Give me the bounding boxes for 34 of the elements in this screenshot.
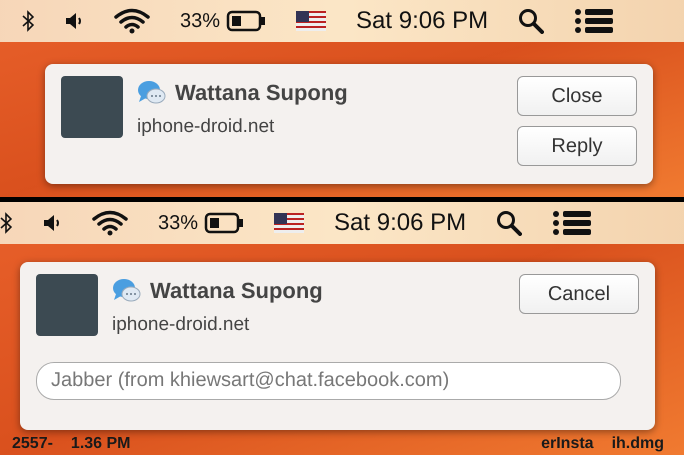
avatar-placeholder xyxy=(36,274,98,336)
menu-clock[interactable]: Sat 9:06 PM xyxy=(334,205,466,241)
volume-icon[interactable] xyxy=(42,213,62,233)
battery-icon[interactable] xyxy=(204,212,244,234)
search-icon[interactable] xyxy=(518,8,544,34)
notification-button[interactable]: Reply xyxy=(517,126,637,166)
volume-icon[interactable] xyxy=(64,11,84,31)
battery-percent: 33% xyxy=(158,211,198,236)
bluetooth-icon[interactable] xyxy=(22,10,34,32)
messages-icon xyxy=(137,78,167,106)
sender-name: Wattana Supong xyxy=(175,79,348,107)
notification-subtitle: iphone-droid.net xyxy=(137,115,276,139)
avatar-placeholder xyxy=(61,76,123,138)
notification-center-icon[interactable] xyxy=(574,8,614,34)
notification-button[interactable]: Cancel xyxy=(519,274,639,314)
search-icon[interactable] xyxy=(496,210,522,236)
wifi-icon[interactable] xyxy=(114,8,150,34)
reply-field[interactable]: Jabber (from khiewsart@chat.facebook.com) xyxy=(36,362,621,400)
battery-icon[interactable] xyxy=(226,10,266,32)
flag-icon[interactable] xyxy=(296,11,326,31)
messages-icon xyxy=(112,276,142,304)
desktop-file-label: erInsta xyxy=(541,435,594,453)
flag-icon[interactable] xyxy=(274,213,304,233)
notification-center-icon[interactable] xyxy=(552,210,592,236)
bluetooth-icon[interactable] xyxy=(0,212,12,234)
desktop-file-label: ih.dmg xyxy=(612,435,664,453)
wifi-icon[interactable] xyxy=(92,210,128,236)
notification-subtitle: iphone-droid.net xyxy=(112,313,250,337)
desktop-file-label: 2557- xyxy=(12,435,53,453)
notification-button[interactable]: Close xyxy=(517,76,637,116)
battery-percent: 33% xyxy=(180,9,220,34)
sender-name: Wattana Supong xyxy=(150,277,323,305)
desktop-file-label: 1.36 PM xyxy=(70,435,131,453)
menu-clock[interactable]: Sat 9:06 PM xyxy=(356,3,488,39)
